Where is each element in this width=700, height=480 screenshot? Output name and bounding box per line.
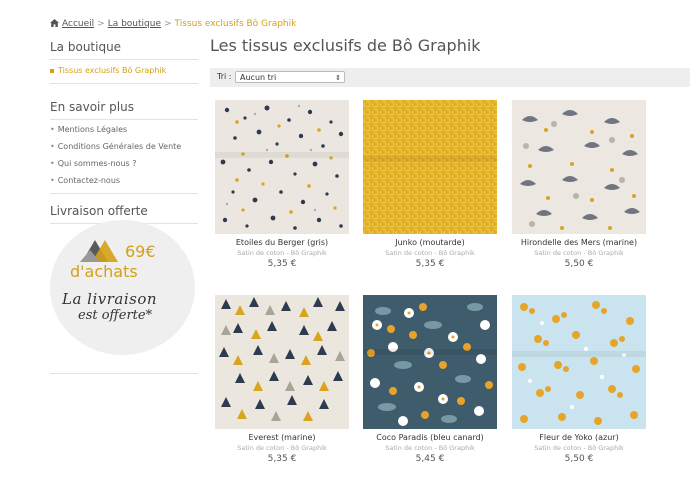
divider	[50, 193, 198, 194]
product-subtitle: Satin de coton - Bô Graphik	[534, 249, 624, 257]
home-icon[interactable]	[50, 19, 59, 30]
product-price: 5,35 €	[267, 454, 297, 464]
product-name[interactable]: Junko (moutarde)	[363, 238, 497, 247]
contact-link[interactable]: Contactez-nous	[58, 176, 120, 185]
product-image[interactable]	[363, 100, 497, 234]
about-link[interactable]: Qui sommes-nous ?	[58, 159, 137, 168]
product-image[interactable]	[215, 295, 349, 429]
product-image[interactable]	[215, 100, 349, 234]
divider	[50, 373, 198, 374]
product-price: 5,45 €	[415, 454, 445, 464]
product-price: 5,35 €	[267, 259, 297, 269]
product-name[interactable]: Fleur de Yoko (azur)	[512, 433, 646, 442]
product-subtitle: Satin de coton - Bô Graphik	[237, 249, 327, 257]
bullet-icon: •	[50, 176, 55, 185]
product-image[interactable]	[512, 295, 646, 429]
cgv-link[interactable]: Conditions Générales de Vente	[58, 142, 182, 151]
promo-line1: La livraison	[62, 290, 158, 308]
shop-heading: La boutique	[50, 40, 122, 54]
sidebar: La boutique Tissus exclusifs Bô Graphik …	[50, 40, 198, 230]
product-name[interactable]: Hirondelle des Mers (marine)	[512, 238, 646, 247]
bullet-icon: •	[50, 125, 55, 134]
breadcrumb-separator: >	[97, 19, 105, 29]
breadcrumb-boutique-link[interactable]: La boutique	[108, 19, 161, 29]
triangles-logo-icon	[80, 240, 118, 262]
shipping-heading: Livraison offerte	[50, 204, 148, 218]
sidebar-item-label: Tissus exclusifs Bô Graphik	[58, 66, 167, 75]
sort-select[interactable]: Aucun tri ⇕	[235, 71, 345, 83]
page-title: Les tissus exclusifs de Bô Graphik	[210, 36, 481, 55]
free-shipping-promo-badge[interactable]: 69€ d'achats La livraison est offerte*	[50, 220, 195, 355]
info-links-list: • Mentions Légales • Conditions Générales …	[50, 125, 198, 185]
product-name[interactable]: Coco Paradis (bleu canard)	[363, 433, 497, 442]
promo-amount: 69€	[125, 242, 156, 261]
product-price: 5,35 €	[415, 259, 445, 269]
sort-label: Tri :	[217, 72, 232, 81]
product-subtitle: Satin de coton - Bô Graphik	[237, 444, 327, 452]
product-image[interactable]	[512, 100, 646, 234]
product-subtitle: Satin de coton - Bô Graphik	[385, 249, 475, 257]
product-name[interactable]: Etoiles du Berger (gris)	[215, 238, 349, 247]
breadcrumb: Accueil > La boutique > Tissus exclusifs Bô …	[50, 19, 296, 30]
product-price: 5,50 €	[564, 259, 594, 269]
product-card[interactable]: Hirondelle des Mers (marine) Satin de co…	[512, 100, 646, 269]
sidebar-item-about[interactable]: • Qui sommes-nous ?	[50, 159, 198, 168]
product-image[interactable]	[363, 295, 497, 429]
product-card[interactable]: Coco Paradis (bleu canard) Satin de coto…	[363, 295, 497, 464]
sort-bar: Tri : Aucun tri ⇕	[210, 68, 690, 87]
divider	[50, 59, 198, 60]
product-name[interactable]: Everest (marine)	[215, 433, 349, 442]
breadcrumb-current: Tissus exclusifs Bô Graphik	[174, 19, 297, 29]
breadcrumb-home-link[interactable]: Accueil	[62, 19, 94, 29]
product-price: 5,50 €	[564, 454, 594, 464]
divider	[50, 119, 198, 120]
promo-achats: d'achats	[70, 262, 138, 281]
breadcrumb-separator: >	[163, 19, 172, 29]
square-bullet-icon	[50, 68, 54, 73]
sidebar-item-mentions[interactable]: • Mentions Légales	[50, 125, 198, 134]
bullet-icon: •	[50, 159, 55, 168]
sidebar-item-contact[interactable]: • Contactez-nous	[50, 176, 198, 185]
product-card[interactable]: Junko (moutarde) Satin de coton - Bô Gra…	[363, 100, 497, 269]
product-card[interactable]: Everest (marine) Satin de coton - Bô Gra…	[215, 295, 349, 464]
product-subtitle: Satin de coton - Bô Graphik	[534, 444, 624, 452]
mentions-link[interactable]: Mentions Légales	[58, 125, 127, 134]
info-heading: En savoir plus	[50, 100, 134, 114]
divider	[50, 83, 198, 84]
sidebar-item-exclusive-fabrics[interactable]: Tissus exclusifs Bô Graphik	[50, 66, 198, 75]
up-down-chevron-icon: ⇕	[335, 74, 341, 82]
main-content: Les tissus exclusifs de Bô Graphik Tri :…	[210, 36, 690, 87]
product-card[interactable]: Etoiles du Berger (gris) Satin de coton …	[215, 100, 349, 269]
sidebar-item-cgv[interactable]: • Conditions Générales de Vente	[50, 142, 198, 151]
bullet-icon: •	[50, 142, 55, 151]
sort-select-value: Aucun tri	[240, 73, 277, 82]
promo-line2: est offerte*	[78, 308, 153, 323]
product-subtitle: Satin de coton - Bô Graphik	[385, 444, 475, 452]
product-card[interactable]: Fleur de Yoko (azur) Satin de coton - Bô…	[512, 295, 646, 464]
